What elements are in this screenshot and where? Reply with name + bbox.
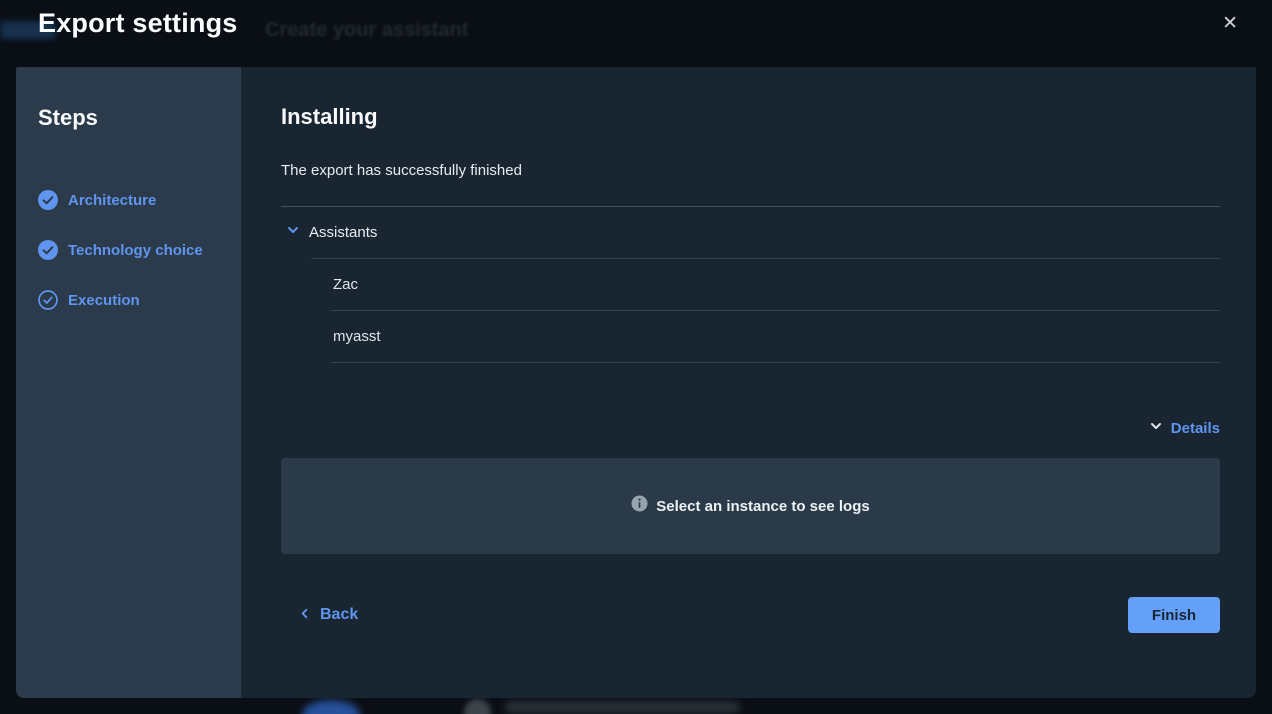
page-title: Export settings bbox=[38, 8, 238, 39]
assistant-name: myasst bbox=[281, 328, 818, 345]
logs-placeholder-text: Select an instance to see logs bbox=[656, 498, 869, 515]
step-label: Architecture bbox=[68, 192, 156, 209]
chevron-down-icon bbox=[286, 223, 300, 242]
steps-list: Architecture Technology choice Execution bbox=[38, 175, 229, 325]
sidebar-step-architecture[interactable]: Architecture bbox=[38, 175, 229, 225]
assistants-group-label: Assistants bbox=[309, 224, 377, 241]
chevron-down-icon bbox=[1149, 419, 1163, 438]
assistant-rows: Zac myasst bbox=[281, 259, 1220, 363]
background-gray-avatar bbox=[464, 699, 491, 714]
logs-placeholder-panel: Select an instance to see logs bbox=[281, 458, 1220, 554]
close-icon[interactable]: ✕ bbox=[1222, 14, 1238, 33]
step-label: Technology choice bbox=[68, 242, 203, 259]
export-settings-dialog: Steps Architecture Technology choice Exe… bbox=[16, 67, 1256, 698]
assistant-row[interactable]: Zac bbox=[281, 259, 1220, 310]
divider bbox=[331, 362, 1220, 363]
finish-button[interactable]: Finish bbox=[1128, 597, 1220, 633]
assistant-progress-bar bbox=[818, 282, 1220, 287]
chevron-left-icon bbox=[298, 607, 311, 623]
background-blue-circle bbox=[302, 700, 360, 714]
details-label: Details bbox=[1171, 420, 1220, 437]
step-label: Execution bbox=[68, 292, 140, 309]
export-progress-bar bbox=[766, 168, 1220, 173]
assistants-group-toggle[interactable]: Assistants bbox=[281, 207, 1220, 258]
sidebar-step-execution[interactable]: Execution bbox=[38, 275, 229, 325]
modal-header: Export settings ✕ bbox=[0, 0, 1272, 67]
dialog-footer: Back Finish bbox=[281, 597, 1220, 633]
sidebar-title: Steps bbox=[38, 105, 229, 131]
assistant-name: Zac bbox=[281, 276, 818, 293]
sidebar-step-technology-choice[interactable]: Technology choice bbox=[38, 225, 229, 275]
check-circle-filled-icon bbox=[38, 190, 58, 210]
step-title: Installing bbox=[281, 104, 1220, 130]
check-circle-outline-icon bbox=[38, 290, 58, 310]
background-blurred-text bbox=[505, 702, 740, 713]
main-panel: Installing The export has successfully f… bbox=[241, 67, 1256, 698]
export-status-row: The export has successfully finished bbox=[281, 162, 1220, 207]
back-label: Back bbox=[320, 606, 358, 624]
details-toggle[interactable]: Details bbox=[281, 419, 1220, 438]
info-icon bbox=[631, 495, 648, 517]
assistant-progress-bar bbox=[818, 334, 1220, 339]
check-circle-filled-icon bbox=[38, 240, 58, 260]
steps-sidebar: Steps Architecture Technology choice Exe… bbox=[16, 67, 241, 698]
assistant-row[interactable]: myasst bbox=[281, 311, 1220, 362]
back-button[interactable]: Back bbox=[281, 606, 358, 624]
export-status-text: The export has successfully finished bbox=[281, 162, 766, 179]
